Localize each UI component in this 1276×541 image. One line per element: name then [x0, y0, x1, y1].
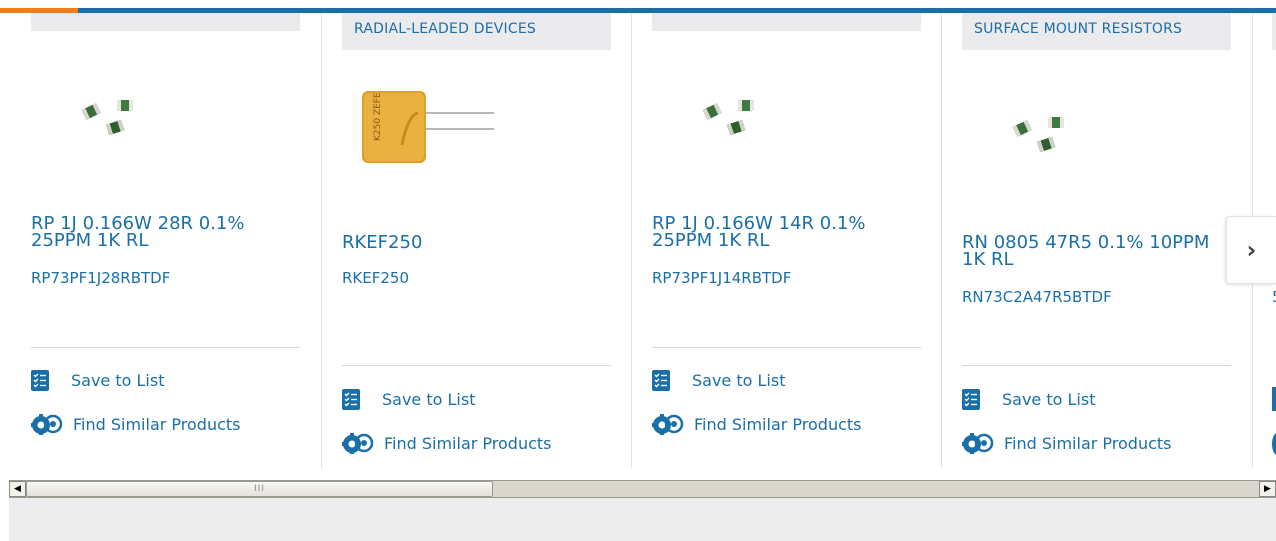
gears-icon[interactable]: [1272, 433, 1276, 455]
scroll-right-arrow[interactable]: ▶: [1259, 481, 1276, 497]
find-similar-label: Find Similar Products: [1004, 433, 1172, 453]
checklist-icon[interactable]: [1272, 387, 1276, 411]
fuse-marking-text: K250 ZEFE: [373, 92, 383, 141]
find-similar-button[interactable]: Find Similar Products: [31, 412, 241, 436]
category-header: [31, 13, 300, 31]
card-separator: [631, 13, 632, 468]
card-separator: [941, 13, 942, 468]
find-similar-label: Find Similar Products: [384, 433, 552, 453]
card-divider: [962, 365, 1231, 366]
product-title-link[interactable]: RN 0805 47R5 0.1% 10PPM 1K RL: [962, 234, 1230, 269]
product-card: RP 1J 0.166W 14R 0.1% 25PPM 1K RL RP73PF…: [652, 13, 962, 468]
part-number-link[interactable]: RN73C2A47R5BTDF: [962, 288, 1112, 306]
save-to-list-button[interactable]: Save to List: [31, 370, 164, 391]
card-divider: [652, 347, 921, 348]
save-to-list-label: Save to List: [382, 390, 476, 409]
horizontal-scrollbar[interactable]: ◀ III ▶: [9, 480, 1276, 498]
part-number-link[interactable]: RP73PF1J28RBTDF: [31, 269, 170, 287]
product-card: RP 1J 0.166W 28R 0.1% 25PPM 1K RL RP73PF…: [31, 13, 341, 468]
category-header: SURFACE MOUNT RESISTORS: [962, 13, 1231, 50]
page-footer-area: [9, 498, 1276, 541]
carousel-next-button[interactable]: ›: [1226, 216, 1276, 284]
category-header: RADIAL-LEADED DEVICES: [342, 13, 611, 50]
category-header: [1272, 13, 1276, 50]
gears-icon: [962, 431, 996, 455]
checklist-icon: [31, 370, 49, 391]
product-card: RADIAL-LEADED DEVICES K250 ZEFE RKEF250 …: [342, 13, 652, 468]
radial-ptc-fuse-image[interactable]: K250 ZEFE: [342, 85, 611, 185]
card-separator: [321, 13, 322, 468]
card-divider: [342, 365, 611, 366]
save-to-list-label: Save to List: [1002, 390, 1096, 409]
checklist-icon: [342, 389, 360, 410]
save-to-list-button[interactable]: Save to List: [962, 389, 1095, 410]
gears-icon: [652, 412, 686, 436]
find-similar-button[interactable]: Find Similar Products: [652, 412, 862, 436]
find-similar-label: Find Similar Products: [73, 414, 241, 434]
save-to-list-label: Save to List: [692, 371, 786, 390]
product-title-link[interactable]: RP 1J 0.166W 14R 0.1% 25PPM 1K RL: [652, 215, 902, 250]
scrollbar-thumb[interactable]: III: [26, 481, 493, 497]
card-divider: [31, 347, 300, 348]
find-similar-label: Find Similar Products: [694, 414, 862, 434]
chip-resistors-image[interactable]: [652, 78, 921, 178]
product-carousel: RP 1J 0.166W 28R 0.1% 25PPM 1K RL RP73PF…: [0, 13, 1276, 468]
scroll-left-arrow[interactable]: ◀: [9, 481, 26, 497]
product-title-link[interactable]: RKEF250: [342, 234, 592, 252]
part-number-link[interactable]: 5: [1272, 288, 1276, 306]
chip-resistors-image[interactable]: [962, 95, 1231, 195]
find-similar-button[interactable]: Find Similar Products: [342, 431, 552, 455]
product-title-link[interactable]: RP 1J 0.166W 28R 0.1% 25PPM 1K RL: [31, 215, 281, 250]
gears-icon: [31, 412, 65, 436]
category-header: [652, 13, 921, 31]
part-number-link[interactable]: RKEF250: [342, 269, 409, 287]
save-to-list-button[interactable]: Save to List: [652, 370, 785, 391]
gears-icon: [342, 431, 376, 455]
checklist-icon: [962, 389, 980, 410]
find-similar-button[interactable]: Find Similar Products: [962, 431, 1172, 455]
part-number-link[interactable]: RP73PF1J14RBTDF: [652, 269, 791, 287]
chip-resistors-image[interactable]: [31, 78, 300, 178]
save-to-list-button[interactable]: Save to List: [342, 389, 475, 410]
checklist-icon: [652, 370, 670, 391]
save-to-list-label: Save to List: [71, 371, 165, 390]
